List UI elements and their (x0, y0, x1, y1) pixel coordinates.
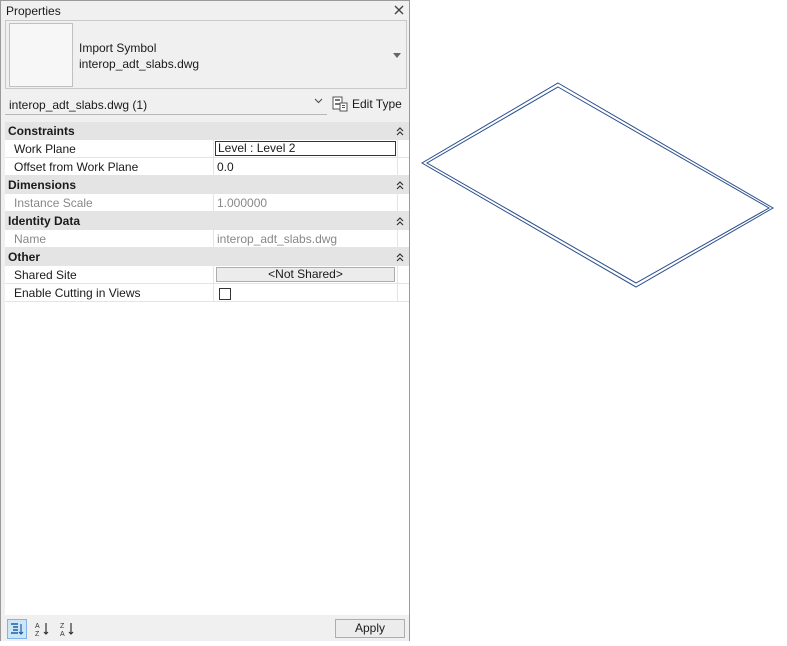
collapse-button[interactable] (395, 179, 405, 191)
triangle-down-icon (393, 52, 401, 58)
sort-z-a-icon: Z A (60, 623, 74, 637)
sort-a-z-icon: A Z (35, 623, 49, 637)
property-name: Enable Cutting in Views (14, 286, 141, 300)
column-divider (397, 266, 398, 283)
column-divider (397, 158, 398, 175)
svg-text:Z: Z (60, 623, 65, 630)
category-label: Dimensions (8, 178, 77, 192)
type-dropdown-button[interactable] (392, 51, 402, 59)
sort-ascending-button[interactable]: A Z (32, 619, 52, 639)
name-value: interop_adt_slabs.dwg (217, 232, 338, 246)
category-label: Identity Data (8, 214, 81, 228)
close-icon (394, 5, 404, 15)
close-button[interactable] (391, 2, 407, 18)
instance-selector-row: interop_adt_slabs.dwg (1) Edit Type (5, 93, 407, 117)
column-divider (213, 194, 214, 211)
instance-scale-value: 1.000000 (217, 196, 268, 210)
property-row-offset[interactable]: Offset from Work Plane 0.0 (5, 158, 409, 176)
categorized-sort-button[interactable] (7, 619, 27, 639)
column-divider (213, 284, 214, 301)
property-name: Instance Scale (14, 196, 93, 210)
work-plane-field[interactable]: Level : Level 2 (215, 141, 396, 156)
drawing-canvas[interactable] (411, 0, 787, 643)
type-name: interop_adt_slabs.dwg (79, 57, 200, 71)
double-chevron-up-icon (396, 180, 404, 189)
category-label: Constraints (8, 124, 75, 138)
category-dimensions[interactable]: Dimensions (5, 176, 409, 194)
property-row-enable-cutting[interactable]: Enable Cutting in Views (5, 284, 409, 302)
apply-button[interactable]: Apply (335, 619, 405, 638)
properties-grid: Constraints Work Plane Level : Level 2 O… (5, 122, 409, 615)
shared-site-button[interactable]: <Not Shared> (216, 267, 395, 282)
category-label: Other (8, 250, 41, 264)
chevron-down-icon (314, 98, 323, 104)
property-row-name: Name interop_adt_slabs.dwg (5, 230, 409, 248)
type-family: Import Symbol (79, 41, 157, 55)
property-row-instance-scale: Instance Scale 1.000000 (5, 194, 409, 212)
properties-panel: Properties Import Symbol interop_adt_sla… (0, 0, 410, 641)
column-divider (397, 194, 398, 211)
category-other[interactable]: Other (5, 248, 409, 266)
column-divider (213, 158, 214, 175)
edit-type-button[interactable]: Edit Type (332, 94, 406, 114)
svg-text:A: A (60, 631, 65, 637)
viewport-svg (421, 82, 774, 288)
collapse-button[interactable] (395, 215, 405, 227)
column-divider (213, 230, 214, 247)
panel-title: Properties (6, 4, 61, 18)
category-identity-data[interactable]: Identity Data (5, 212, 409, 230)
column-divider (397, 284, 398, 301)
column-divider (213, 266, 214, 283)
column-divider (397, 140, 398, 157)
svg-text:Z: Z (35, 631, 40, 637)
property-name: Work Plane (14, 142, 76, 156)
property-name: Name (14, 232, 47, 246)
instance-filter-label: interop_adt_slabs.dwg (1) (9, 98, 148, 112)
double-chevron-up-icon (396, 216, 404, 225)
property-row-shared-site[interactable]: Shared Site <Not Shared> (5, 266, 409, 284)
enable-cutting-checkbox[interactable] (219, 288, 231, 300)
type-thumbnail (9, 23, 73, 87)
property-name: Shared Site (14, 268, 77, 282)
collapse-button[interactable] (395, 251, 405, 263)
instance-filter-dropdown[interactable]: interop_adt_slabs.dwg (1) (5, 93, 327, 115)
svg-text:A: A (35, 623, 40, 630)
titlebar: Properties (1, 1, 409, 20)
bottom-bar: A Z Z A Apply (1, 617, 409, 641)
slab-outline[interactable] (421, 82, 774, 288)
double-chevron-up-icon (396, 252, 404, 261)
edit-type-label: Edit Type (352, 97, 402, 111)
property-name: Offset from Work Plane (14, 160, 139, 174)
property-row-work-plane[interactable]: Work Plane Level : Level 2 (5, 140, 409, 158)
collapse-button[interactable] (395, 125, 405, 137)
column-divider (397, 230, 398, 247)
type-selector[interactable]: Import Symbol interop_adt_slabs.dwg (5, 20, 407, 89)
sort-descending-button[interactable]: Z A (57, 619, 77, 639)
column-divider (213, 140, 214, 157)
categorized-list-icon (11, 623, 24, 635)
offset-value[interactable]: 0.0 (217, 160, 234, 174)
edit-type-icon (332, 96, 348, 112)
category-constraints[interactable]: Constraints (5, 122, 409, 140)
double-chevron-up-icon (396, 126, 404, 135)
